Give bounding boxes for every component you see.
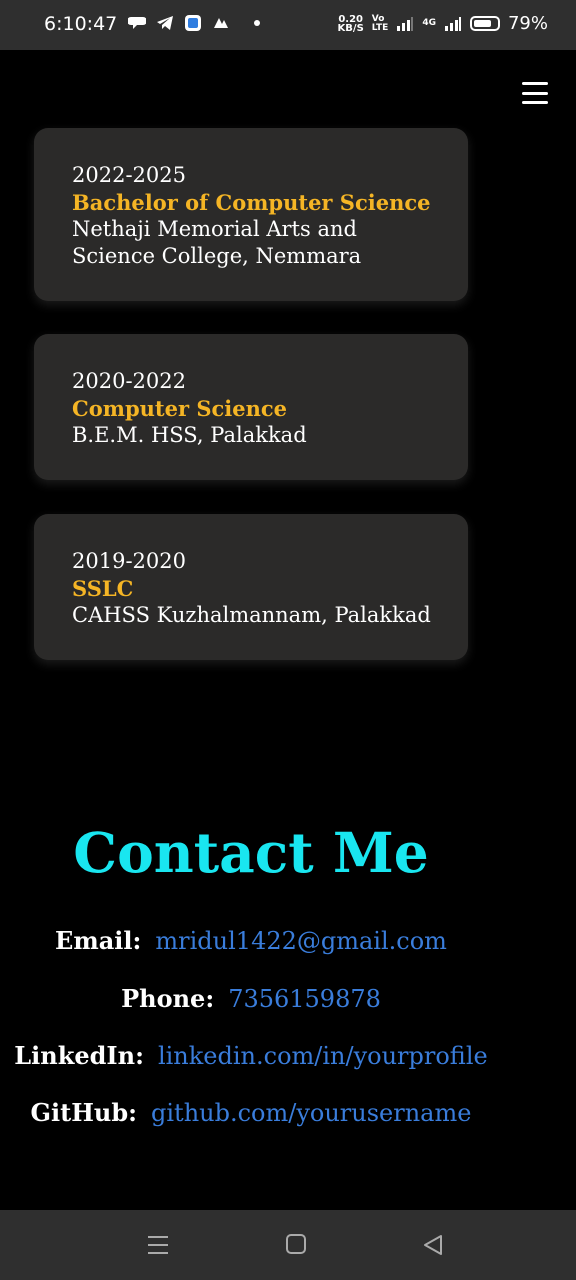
telegram-icon	[157, 16, 173, 30]
battery-fill	[473, 20, 491, 27]
signal-icon	[397, 16, 414, 31]
education-card: 2022-2025 Bachelor of Computer Science N…	[34, 128, 468, 301]
education-school: Science College, Nemmara	[72, 244, 362, 268]
linkedin-link[interactable]: linkedin.com/in/yourprofile	[158, 1042, 488, 1070]
contact-github-row: GitHub: github.com/yourusername	[0, 1098, 502, 1127]
phone-link[interactable]: 7356159878	[228, 985, 381, 1013]
notification-icons	[128, 14, 260, 32]
education-year: 2020-2022	[72, 369, 186, 393]
volte-indicator: Vo LTE	[371, 14, 389, 33]
network-speed: 0.20 KB/S	[337, 14, 364, 34]
phone-label: Phone:	[121, 984, 215, 1013]
home-icon[interactable]	[286, 1234, 306, 1254]
education-school: B.E.M. HSS, Palakkad	[72, 423, 307, 447]
menu-line	[522, 82, 548, 85]
contact-title: Contact Me	[73, 820, 429, 885]
contact-email-row: Email: mridul1422@gmail.com	[0, 926, 502, 955]
network-type: 4G	[422, 18, 436, 28]
education-degree: Computer Science	[72, 396, 288, 421]
menu-line	[522, 101, 548, 104]
education-card: 2019-2020 SSLC CAHSS Kuzhalmannam, Palak…	[34, 514, 468, 660]
education-degree: Bachelor of Computer Science	[72, 190, 431, 215]
contact-phone-row: Phone: 7356159878	[0, 984, 502, 1013]
battery-percent: 79%	[507, 13, 548, 34]
app-icon	[185, 15, 201, 31]
volte-bottom: LTE	[371, 22, 389, 33]
github-link[interactable]: github.com/yourusername	[151, 1099, 471, 1127]
email-label: Email:	[55, 926, 142, 955]
hamburger-menu-icon[interactable]	[522, 82, 548, 104]
network-speed-unit: KB/S	[337, 22, 364, 34]
status-time: 6:10:47	[44, 13, 118, 35]
education-card: 2020-2022 Computer Science B.E.M. HSS, P…	[34, 334, 468, 480]
education-school: CAHSS Kuzhalmannam, Palakkad	[72, 603, 431, 627]
github-label: GitHub:	[30, 1098, 138, 1127]
status-bar: 6:10:47 0.20 KB/S Vo LTE 4G 79%	[0, 0, 576, 50]
vpn-icon	[214, 18, 228, 28]
recent-apps-icon[interactable]	[147, 1234, 169, 1256]
battery-icon	[469, 16, 500, 31]
system-nav-bar	[0, 1210, 576, 1280]
signal-icon-2	[444, 16, 461, 31]
menu-line	[522, 91, 548, 95]
education-degree: SSLC	[72, 576, 134, 601]
back-icon[interactable]	[423, 1234, 443, 1256]
education-year: 2022-2025	[72, 163, 186, 187]
chat-icon	[128, 17, 146, 29]
education-year: 2019-2020	[72, 549, 186, 573]
system-indicators: 0.20 KB/S Vo LTE 4G 79%	[338, 13, 548, 34]
education-school: Nethaji Memorial Arts and	[72, 217, 357, 241]
contact-linkedin-row: LinkedIn: linkedin.com/in/yourprofile	[0, 1041, 502, 1070]
email-link[interactable]: mridul1422@gmail.com	[155, 927, 447, 955]
linkedin-label: LinkedIn:	[14, 1041, 144, 1070]
notification-dot	[254, 20, 260, 26]
